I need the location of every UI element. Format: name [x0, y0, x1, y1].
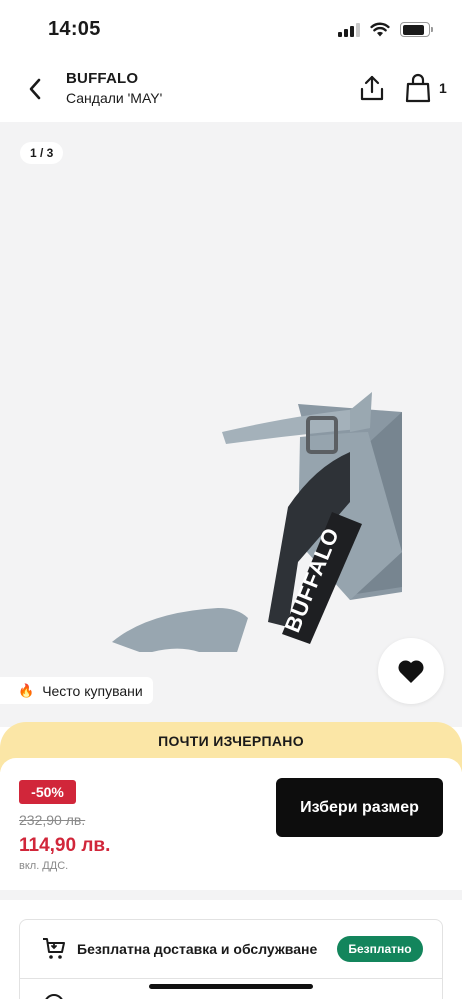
- product-name: Сандали 'MAY': [66, 90, 163, 106]
- share-button[interactable]: [354, 70, 390, 106]
- section-divider: [0, 890, 462, 900]
- heart-icon: [398, 660, 424, 683]
- status-time: 14:05: [48, 18, 101, 40]
- wishlist-button[interactable]: [378, 638, 444, 704]
- battery-icon: [400, 22, 433, 37]
- product-header: BUFFALO Сандали 'MAY' 1: [0, 60, 462, 122]
- shopping-bag-icon: [405, 73, 431, 103]
- brand-name[interactable]: BUFFALO: [66, 70, 138, 87]
- flame-icon: 🔥: [18, 683, 35, 698]
- battery-fill: [402, 24, 424, 35]
- vat-note: вкл. ДДС.: [19, 860, 69, 872]
- cart-icon: [43, 938, 65, 959]
- shopping-bag-button[interactable]: [400, 70, 436, 106]
- popular-label: Често купувани: [42, 682, 143, 699]
- product-image: BUFFALO: [112, 392, 402, 652]
- discount-badge: -50%: [19, 780, 76, 804]
- new-price: 114,90 лв.: [19, 835, 111, 856]
- home-indicator[interactable]: [149, 984, 313, 989]
- delivery-row[interactable]: Безплатна доставка и обслужване Безплатн…: [20, 920, 442, 979]
- status-bar: 14:05: [0, 0, 462, 60]
- bag-count: 1: [439, 80, 447, 96]
- chevron-left-icon: [29, 78, 41, 100]
- wifi-icon: [370, 22, 390, 37]
- delivery-label: Безплатна доставка и обслужване: [77, 941, 318, 957]
- page-indicator: 1 / 3: [20, 142, 64, 164]
- back-button[interactable]: [18, 72, 52, 106]
- product-gallery[interactable]: 1 / 3 BUFFALO 🔥 Често купувани: [0, 122, 462, 727]
- select-size-button[interactable]: Избери размер: [276, 778, 443, 837]
- old-price: 232,90 лв.: [19, 812, 86, 828]
- status-icons: [338, 22, 433, 37]
- price-panel: -50% 232,90 лв. 114,90 лв. вкл. ДДС. Изб…: [0, 758, 462, 888]
- cellular-signal-icon: [338, 22, 360, 37]
- info-icon: [44, 994, 64, 999]
- popular-badge: 🔥 Често купувани: [0, 677, 153, 704]
- card-divider: [20, 978, 442, 979]
- free-delivery-badge: Безплатно: [337, 936, 423, 962]
- share-icon: [360, 75, 384, 101]
